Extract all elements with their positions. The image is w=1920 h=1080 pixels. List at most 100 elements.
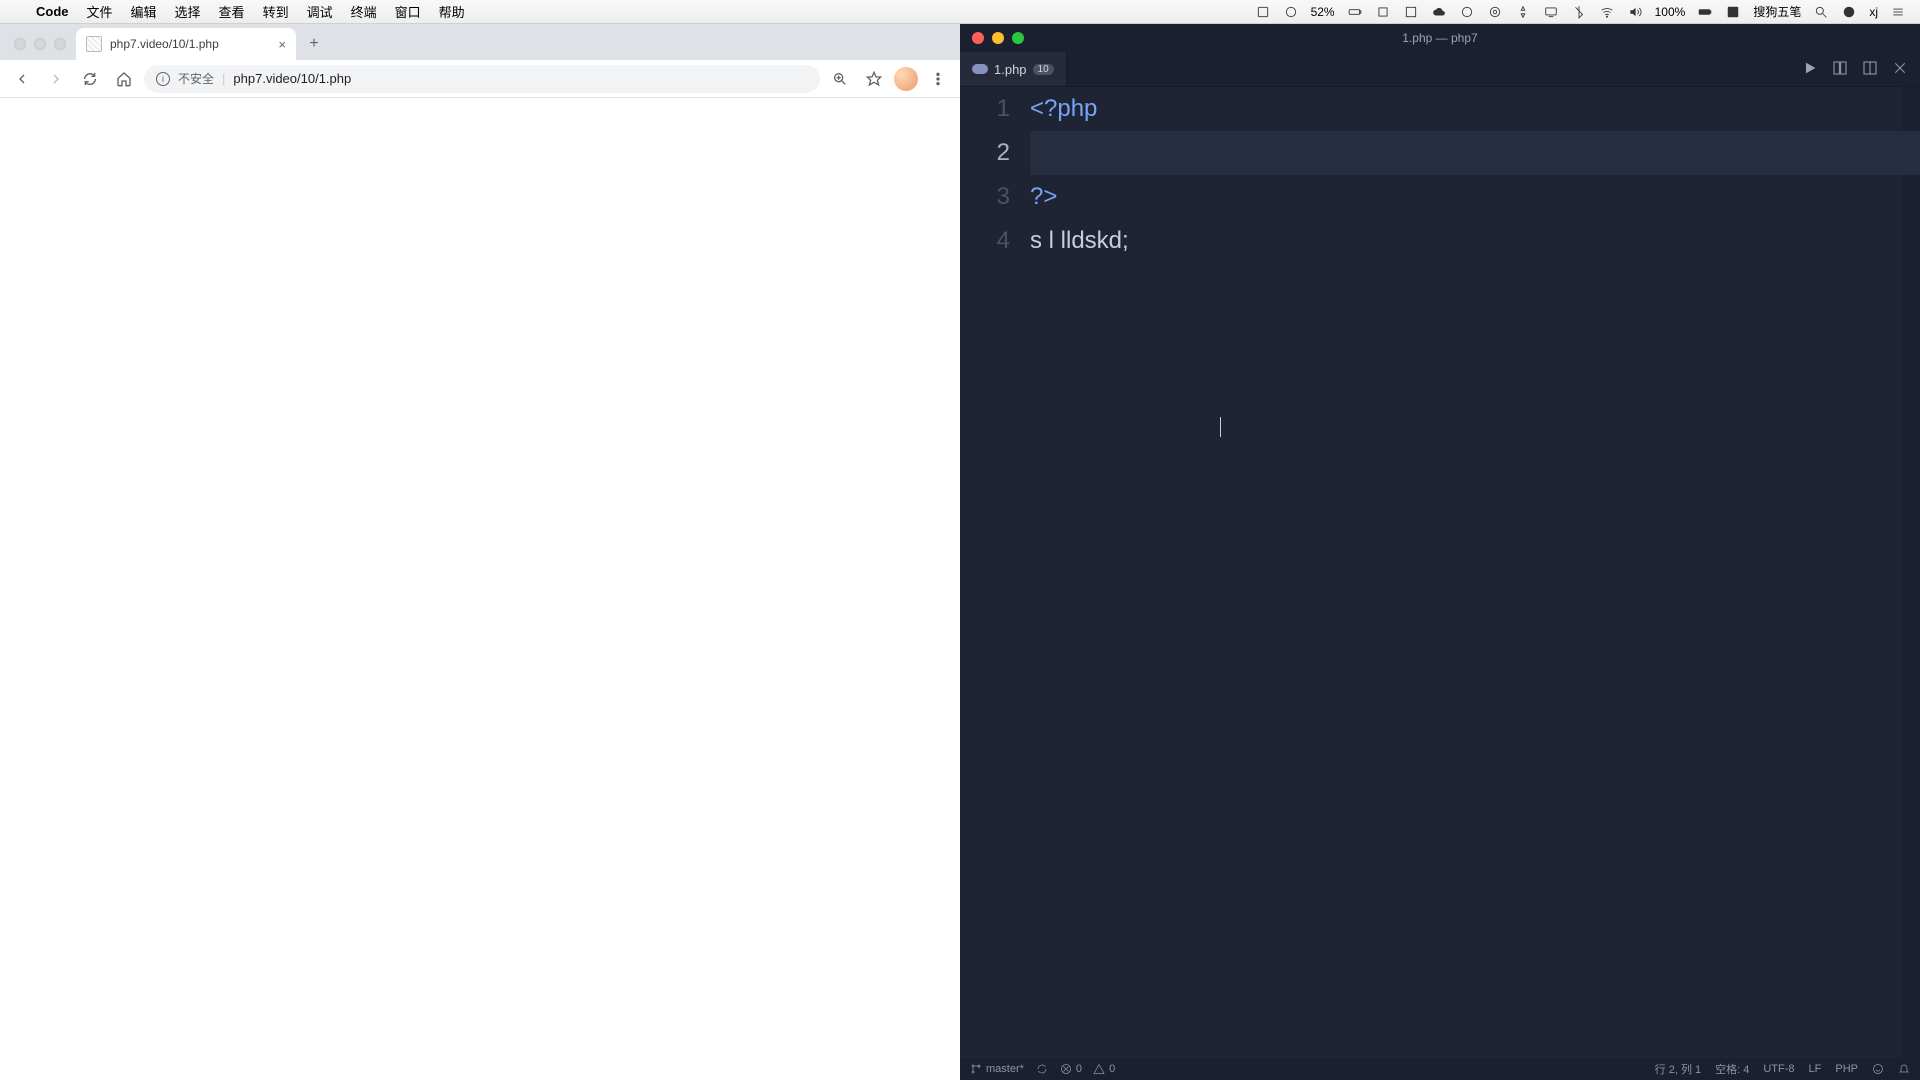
cursor-position-button[interactable]: 行 2, 列 1 [1655,1061,1701,1077]
line-number: 4 [960,219,1010,263]
reload-button[interactable] [76,65,104,93]
battery-icon[interactable] [1347,4,1363,20]
volume-icon[interactable] [1627,4,1643,20]
tab-filename: 1.php [994,62,1027,77]
line-gutter: 1 2 3 4 [960,87,1030,1058]
menu-go[interactable]: 转到 [263,2,289,21]
battery-1-label[interactable]: 52% [1311,5,1335,19]
editor-tab[interactable]: 1.php 10 [960,52,1067,86]
url-text: php7.video/10/1.php [233,71,351,86]
vscode-tabbar: 1.php 10 [960,52,1920,87]
menu-debug[interactable]: 调试 [307,2,333,21]
address-bar[interactable]: i 不安全 | php7.video/10/1.php [144,65,820,93]
menu-terminal[interactable]: 终端 [351,2,377,21]
line-number: 2 [960,131,1010,175]
new-tab-button[interactable]: + [300,30,328,58]
php-file-icon [972,64,988,74]
notifications-icon[interactable] [1898,1063,1910,1075]
code-line: <?php [1030,87,1920,131]
text-cursor-icon [1220,417,1221,437]
feedback-icon[interactable] [1872,1063,1884,1075]
siri-icon[interactable] [1841,4,1857,20]
git-branch-button[interactable]: master* [970,1063,1024,1075]
tray-icon[interactable] [1283,4,1299,20]
split-diff-icon[interactable] [1832,60,1848,79]
code-editor[interactable]: 1 2 3 4 <?php ?> s l lldskd; [960,87,1920,1058]
tray-icon[interactable] [1375,4,1391,20]
spotlight-icon[interactable] [1813,4,1829,20]
tray-icon[interactable] [1515,4,1531,20]
traffic-max-icon[interactable] [1012,32,1024,44]
tray-icon[interactable] [1255,4,1271,20]
split-editor-icon[interactable] [1862,60,1878,79]
traffic-min-icon[interactable] [992,32,1004,44]
traffic-close-icon[interactable] [972,32,984,44]
bookmark-star-icon[interactable] [860,65,888,93]
chrome-toolbar: i 不安全 | php7.video/10/1.php [0,60,960,98]
menu-view[interactable]: 查看 [219,2,245,21]
editor-actions [1802,52,1920,86]
app-name[interactable]: Code [36,4,69,19]
vscode-traffic-lights[interactable] [960,32,1024,44]
window-title: 1.php — php7 [1402,31,1477,45]
traffic-close-icon[interactable] [14,38,26,50]
profile-avatar[interactable] [894,67,918,91]
tab-problems-badge: 10 [1033,64,1054,75]
menubar-left: Code 文件 编辑 选择 查看 转到 调试 终端 窗口 帮助 [0,2,465,21]
tray-icon[interactable] [1403,4,1419,20]
display-icon[interactable] [1543,4,1559,20]
language-mode-button[interactable]: PHP [1835,1063,1858,1075]
separator: | [222,71,225,86]
tab-title: php7.video/10/1.php [110,37,219,51]
line-number: 1 [960,87,1010,131]
insecure-label: 不安全 [178,70,214,87]
chrome-tab[interactable]: php7.video/10/1.php × [76,28,296,60]
code-line [1030,131,1920,175]
vscode-statusbar: master* 0 0 行 2, 列 1 空格: 4 UTF-8 LF PHP [960,1058,1920,1080]
zoom-icon[interactable] [826,65,854,93]
forward-button[interactable] [42,65,70,93]
control-center-icon[interactable] [1890,4,1906,20]
problems-button[interactable]: 0 0 [1060,1063,1115,1075]
site-info-icon[interactable]: i [156,72,170,86]
close-tab-icon[interactable]: × [278,37,286,52]
home-button[interactable] [110,65,138,93]
svg-text:S: S [1731,9,1736,16]
line-number: 3 [960,175,1010,219]
sync-button[interactable] [1036,1063,1048,1075]
wifi-icon[interactable] [1599,4,1615,20]
back-button[interactable] [8,65,36,93]
menu-icon[interactable] [924,65,952,93]
encoding-button[interactable]: UTF-8 [1763,1063,1794,1075]
chrome-traffic-lights[interactable] [8,38,76,60]
ime-label[interactable]: 搜狗五笔 [1753,3,1801,20]
indentation-button[interactable]: 空格: 4 [1715,1061,1749,1077]
vscode-window: 1.php — php7 1.php 10 1 2 3 4 <?php ?> s… [960,24,1920,1080]
battery-icon[interactable] [1697,4,1713,20]
run-icon[interactable] [1802,60,1818,79]
tray-icon[interactable] [1487,4,1503,20]
menu-edit[interactable]: 编辑 [131,2,157,21]
favicon-icon [86,36,102,52]
user-label[interactable]: xj [1869,5,1878,19]
battery-2-label[interactable]: 100% [1655,5,1686,19]
chrome-viewport [0,98,960,1080]
traffic-max-icon[interactable] [54,38,66,50]
menu-window[interactable]: 窗口 [395,2,421,21]
menu-help[interactable]: 帮助 [439,2,465,21]
cloud-icon[interactable] [1431,4,1447,20]
vscode-titlebar: 1.php — php7 [960,24,1920,52]
eol-button[interactable]: LF [1809,1063,1822,1075]
menu-file[interactable]: 文件 [87,2,113,21]
code-line: s l lldskd; [1030,219,1920,263]
chrome-window: php7.video/10/1.php × + i 不安全 | php7.vid… [0,24,960,1080]
macos-menubar: Code 文件 编辑 选择 查看 转到 调试 终端 窗口 帮助 52% 100%… [0,0,1920,24]
menu-selection[interactable]: 选择 [175,2,201,21]
code-body[interactable]: <?php ?> s l lldskd; [1030,87,1920,1058]
menubar-right: 52% 100% S 搜狗五笔 xj [1255,3,1920,20]
traffic-min-icon[interactable] [34,38,46,50]
bluetooth-icon[interactable] [1571,4,1587,20]
ime-icon[interactable]: S [1725,4,1741,20]
close-editor-icon[interactable] [1892,60,1908,79]
tray-icon[interactable] [1459,4,1475,20]
